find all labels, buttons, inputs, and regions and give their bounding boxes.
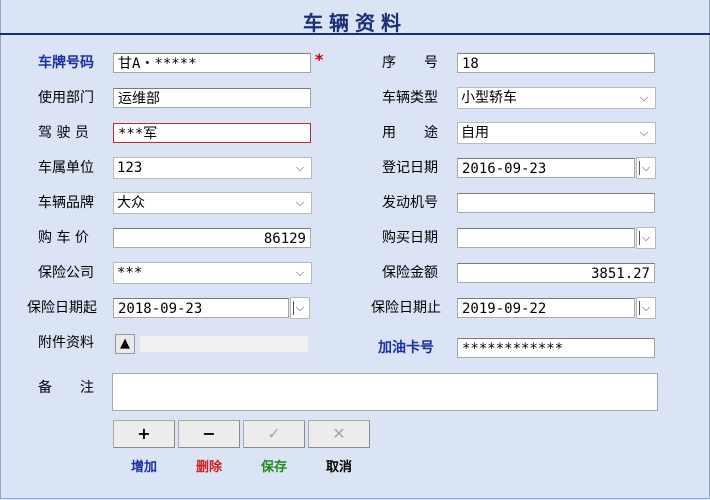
page-title: 车辆资料	[303, 11, 407, 35]
ins-end-picker-button[interactable]: ⌵	[636, 297, 656, 319]
check-icon: ✓	[267, 424, 281, 443]
plate-input[interactable]: 甘A・*****	[113, 53, 311, 73]
price-label: 购 车 价	[38, 230, 89, 246]
engine-no-label: 发动机号	[382, 195, 438, 211]
fuel-card-label: 加油卡号	[378, 340, 434, 356]
attachment-list[interactable]	[139, 335, 309, 353]
vehicle-type-label: 车辆类型	[382, 90, 438, 106]
owner-unit-label: 车属单位	[38, 160, 94, 176]
cancel-button[interactable]: ✕	[308, 420, 370, 448]
insured-amount-label: 保险金额	[382, 265, 438, 281]
brand-label: 车辆品牌	[38, 195, 94, 211]
owner-unit-select[interactable]: 123 ⌵	[113, 157, 312, 179]
buy-date-picker-button[interactable]: ⌵	[636, 227, 656, 249]
required-mark: *	[315, 50, 324, 69]
delete-button[interactable]: −	[178, 420, 240, 448]
reg-date-input[interactable]: 2016-09-23	[457, 158, 635, 178]
add-button[interactable]: +	[113, 420, 175, 448]
buy-date-label: 购买日期	[382, 230, 438, 246]
usage-label: 用 途	[382, 125, 438, 141]
seq-input[interactable]: 18	[457, 53, 655, 73]
insurer-label: 保险公司	[38, 265, 94, 281]
plus-icon: +	[137, 424, 151, 443]
chevron-down-icon: ⌵	[641, 231, 651, 244]
attachments-label: 附件资料	[38, 335, 94, 351]
dept-input[interactable]: 运维部	[113, 88, 311, 108]
insured-amount-input[interactable]: 3851.27	[457, 263, 655, 283]
save-button-label[interactable]: 保存	[243, 456, 305, 475]
brand-value: 大众	[117, 195, 145, 211]
chevron-down-icon: ⌵	[641, 301, 651, 314]
triangle-up-icon: ▲	[120, 336, 130, 351]
chevron-down-icon: ⌵	[295, 301, 305, 314]
attachment-upload-button[interactable]: ▲	[115, 334, 135, 354]
chevron-down-icon[interactable]: ⌵	[293, 193, 307, 213]
vehicle-type-select[interactable]: 小型轿车 ⌵	[457, 87, 656, 109]
chevron-down-icon[interactable]: ⌵	[637, 88, 651, 108]
chevron-down-icon[interactable]: ⌵	[293, 263, 307, 283]
ins-start-picker-button[interactable]: ⌵	[290, 297, 310, 319]
save-button[interactable]: ✓	[243, 420, 305, 448]
chevron-down-icon[interactable]: ⌵	[293, 158, 307, 178]
reg-date-label: 登记日期	[382, 160, 438, 176]
driver-input[interactable]: ***军	[113, 123, 311, 143]
fuel-card-input[interactable]: ************	[457, 338, 655, 358]
cancel-button-label[interactable]: 取消	[308, 456, 370, 475]
owner-unit-value: 123	[117, 160, 143, 176]
title-underline	[0, 33, 710, 35]
usage-value: 自用	[461, 125, 489, 141]
price-input[interactable]: 86129	[113, 228, 311, 248]
dept-label: 使用部门	[38, 90, 94, 106]
add-button-label[interactable]: 增加	[113, 456, 175, 475]
insurer-select[interactable]: *** ⌵	[113, 262, 312, 284]
vehicle-type-value: 小型轿车	[461, 90, 517, 106]
insurer-value: ***	[117, 265, 143, 281]
driver-label: 驾 驶 员	[38, 125, 89, 141]
brand-select[interactable]: 大众 ⌵	[113, 192, 312, 214]
minus-icon: −	[202, 424, 216, 443]
close-icon: ✕	[332, 424, 346, 443]
ins-start-input[interactable]: 2018-09-23	[113, 298, 289, 318]
chevron-down-icon: ⌵	[641, 161, 651, 174]
ins-start-label: 保险日期起	[27, 300, 97, 316]
remarks-textarea[interactable]	[112, 373, 658, 411]
plate-label: 车牌号码	[38, 55, 94, 71]
remarks-label: 备 注	[38, 380, 94, 396]
ins-end-input[interactable]: 2019-09-22	[457, 298, 635, 318]
usage-select[interactable]: 自用 ⌵	[457, 122, 656, 144]
buy-date-input[interactable]	[457, 228, 635, 248]
seq-label: 序 号	[382, 55, 438, 71]
chevron-down-icon[interactable]: ⌵	[637, 123, 651, 143]
ins-end-label: 保险日期止	[371, 300, 441, 316]
engine-no-input[interactable]	[457, 193, 655, 213]
reg-date-picker-button[interactable]: ⌵	[636, 157, 656, 179]
delete-button-label[interactable]: 删除	[178, 456, 240, 475]
